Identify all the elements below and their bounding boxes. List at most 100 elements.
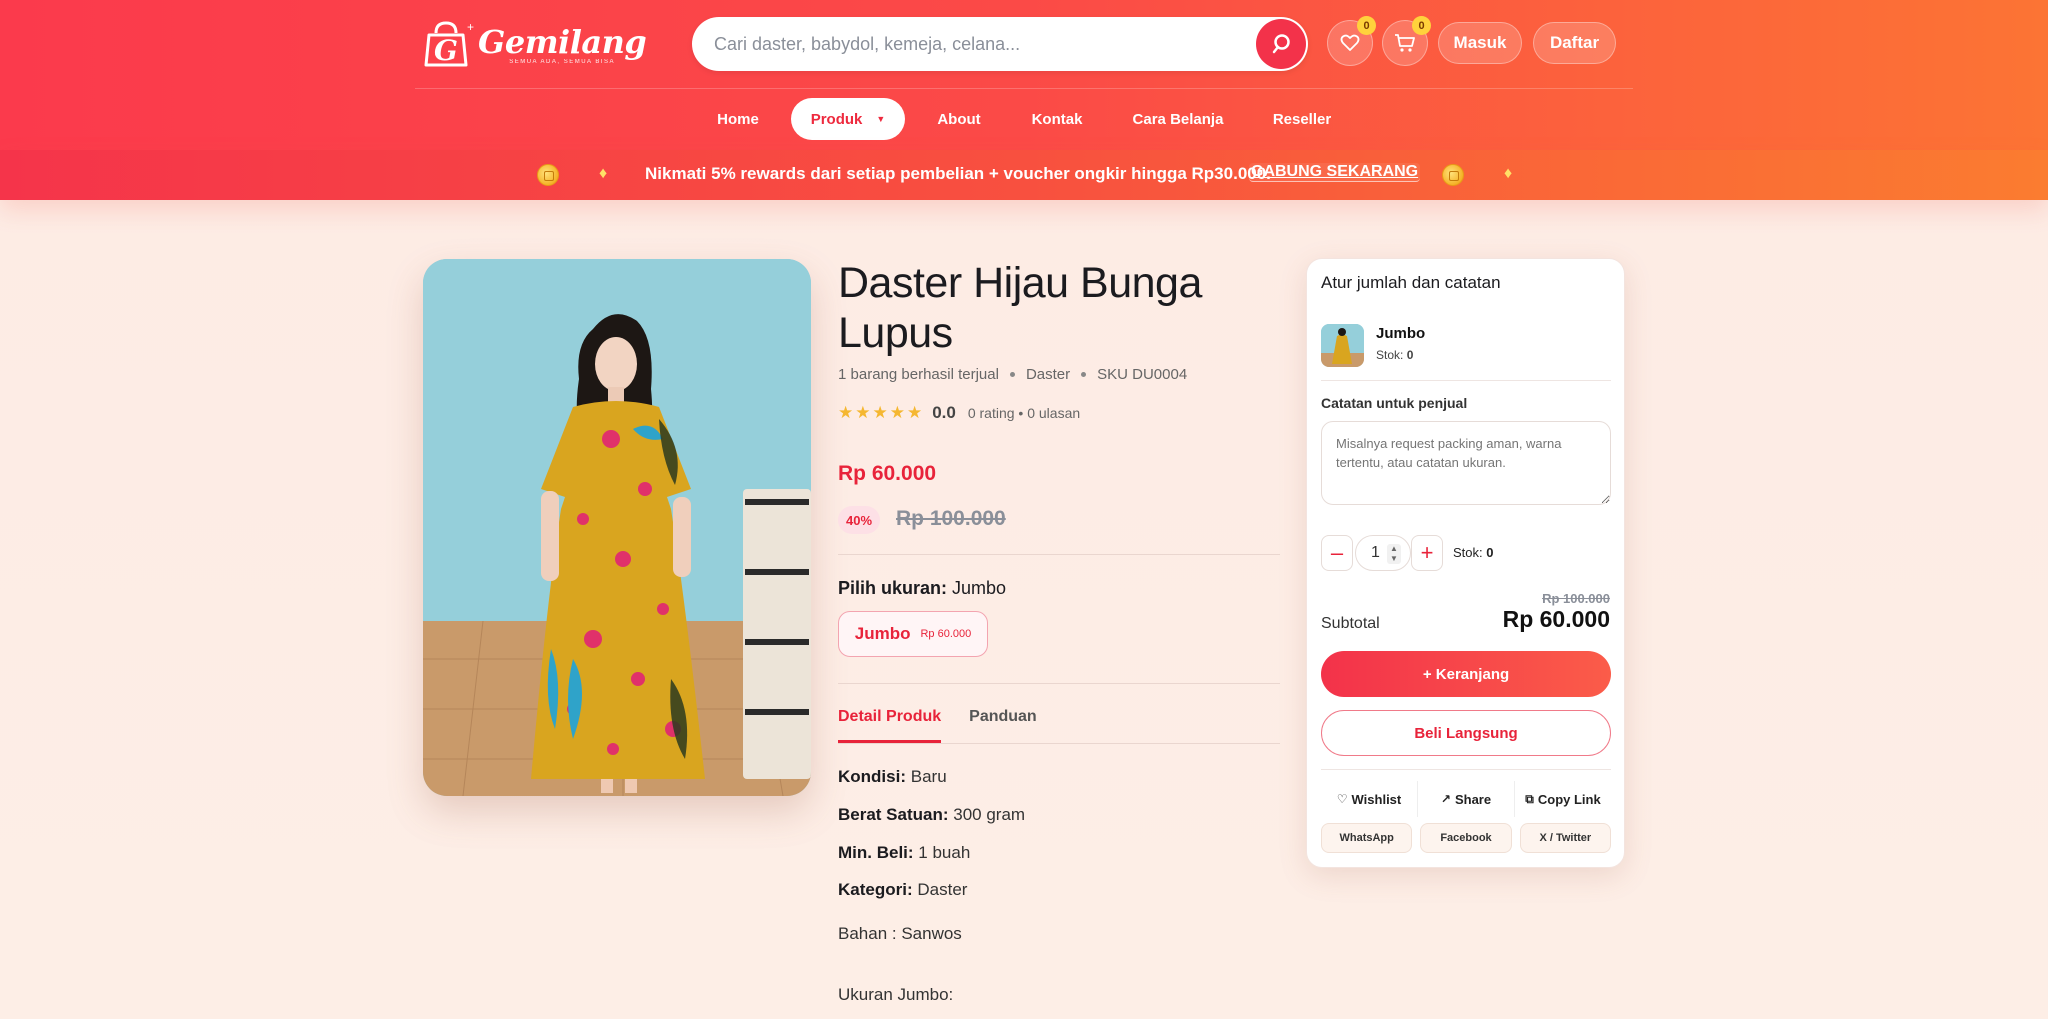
cart-button[interactable]: 0 (1382, 16, 1431, 66)
join-now-link[interactable]: GABUNG SEKARANG (1249, 163, 1421, 182)
svg-text:G: G (434, 34, 458, 67)
divider (1321, 380, 1611, 381)
size-selected: Jumbo (952, 578, 1007, 598)
variant-stock-value: 0 (1406, 348, 1414, 362)
size-option-price: Rp 60.000 (920, 628, 972, 640)
product-category-link[interactable]: Daster (1026, 366, 1070, 383)
copy-link-button[interactable]: ⧉ Copy Link (1515, 781, 1611, 817)
meta-separator (1009, 372, 1015, 377)
minus-icon: – (1330, 540, 1344, 565)
divider (838, 554, 1280, 555)
subtotal-price: Rp 60.000 (1502, 606, 1610, 632)
add-to-cart-button[interactable]: + Keranjang (1321, 651, 1611, 697)
discount-badge: 40% (838, 506, 880, 534)
heart-icon (1340, 34, 1360, 51)
product-price: Rp 60.000 (838, 462, 937, 485)
seller-note-textarea[interactable] (1321, 421, 1611, 505)
nav-item-kontak[interactable]: Kontak (1024, 98, 1090, 140)
copy-icon: ⧉ (1525, 791, 1534, 806)
qty-value: 1 (1371, 544, 1380, 561)
tab-panduan[interactable]: Panduan (969, 708, 1037, 743)
coin-icon (537, 164, 559, 186)
login-button[interactable]: Masuk (1438, 22, 1522, 64)
qty-decrease-button[interactable]: – (1321, 535, 1353, 571)
cart-icon (1395, 34, 1415, 52)
product-tabs: Detail Produk Panduan (838, 708, 1065, 743)
nav-item-cara-belanja[interactable]: Cara Belanja (1127, 98, 1229, 140)
nav-item-about[interactable]: About (928, 98, 990, 140)
search-bar (692, 17, 1308, 71)
variant-name: Jumbo (1376, 325, 1426, 342)
product-description-size: Ukuran Jumbo: (838, 985, 954, 1004)
shopping-bag-logo-icon: G + (420, 17, 474, 71)
register-button[interactable]: Daftar (1533, 22, 1616, 64)
svg-text:+: + (467, 20, 474, 34)
rating-value: 0.0 (932, 403, 956, 422)
qty-increase-button[interactable]: + (1411, 535, 1443, 571)
site-header: G + Gemilang SEMUA ADA, SEMUA BISA 0 0 (0, 0, 2048, 150)
share-facebook-button[interactable]: Facebook (1420, 823, 1512, 853)
spec-berat: Berat Satuan: 300 gram (838, 805, 1025, 825)
product-title: Daster Hijau Bunga Lupus (838, 259, 1202, 357)
star-rating-icon: ★★★★★ (838, 403, 925, 422)
share-action-button[interactable]: ↗ Share (1418, 781, 1515, 817)
promo-text: Nikmati 5% rewards dari setiap pembelian… (645, 164, 1271, 183)
heart-icon: ♡ (1336, 792, 1348, 806)
spec-kondisi: Kondisi: Baru (838, 767, 947, 787)
share-arrow-icon: ↗ (1440, 792, 1451, 806)
product-meta: 1 barang berhasil terjual Daster SKU DU0… (838, 366, 1187, 383)
share-action-label: Share (1454, 791, 1492, 807)
search-input[interactable] (692, 17, 1308, 71)
sparkle-icon: ♦ (1504, 165, 1513, 182)
brand-name: Gemilang (478, 23, 647, 61)
purchase-card: Atur jumlah dan catatan Jumbo Stok: 0 Ca… (1306, 258, 1625, 868)
card-title: Atur jumlah dan catatan (1321, 273, 1501, 292)
rating-count: 0 rating • 0 ulasan (967, 405, 1081, 421)
coin-icon (1442, 164, 1464, 186)
sparkle-icon: ♦ (599, 165, 608, 182)
spec-key: Kondisi: (838, 767, 906, 786)
spec-value: Baru (910, 767, 947, 786)
spec-kategori: Kategori: Daster (838, 880, 967, 900)
subtotal-label: Subtotal (1321, 615, 1380, 632)
header-divider (415, 88, 1633, 89)
product-sku: SKU DU0004 (1097, 366, 1188, 383)
wishlist-count-badge: 0 (1357, 16, 1376, 35)
variant-stock-label: Stok: (1376, 348, 1404, 362)
spec-value: 1 buah (918, 843, 971, 862)
action-row: ♡ Wishlist ↗ Share ⧉ Copy Link (1321, 781, 1611, 817)
qty-input[interactable]: 1 ▲ ▼ (1355, 535, 1411, 571)
product-image[interactable] (423, 259, 811, 796)
variant-stock: Stok: 0 (1376, 348, 1413, 362)
nav-item-reseller[interactable]: Reseller (1265, 98, 1339, 140)
wishlist-button[interactable]: 0 (1327, 16, 1376, 66)
divider (1321, 769, 1611, 770)
brand-logo[interactable]: G + Gemilang SEMUA ADA, SEMUA BISA (420, 14, 647, 74)
subtotal-original-price: Rp 100.000 (1542, 591, 1610, 606)
size-label: Pilih ukuran: Jumbo (838, 578, 1006, 599)
caret-down-icon: ▼ (876, 114, 886, 124)
size-option-jumbo[interactable]: Jumbo Rp 60.000 (838, 611, 988, 657)
buy-now-button[interactable]: Beli Langsung (1321, 710, 1611, 756)
stock-label: Stok: (1453, 545, 1483, 560)
nav-item-produk[interactable]: Produk ▼ (791, 98, 905, 140)
share-twitter-button[interactable]: X / Twitter (1519, 823, 1611, 853)
tab-detail-produk[interactable]: Detail Produk (838, 708, 942, 743)
promo-banner: ♦ Nikmati 5% rewards dari setiap pembeli… (0, 150, 2048, 200)
original-price: Rp 100.000 (896, 507, 1006, 530)
spec-key: Kategori: (838, 880, 913, 899)
share-targets: WhatsApp Facebook X / Twitter (1321, 823, 1611, 853)
cart-count-badge: 0 (1412, 16, 1431, 35)
variant-thumbnail (1321, 324, 1364, 367)
product-description-material: Bahan : Sanwos (838, 924, 962, 943)
brand-tagline: SEMUA ADA, SEMUA BISA (509, 59, 616, 65)
nav-item-home[interactable]: Home (707, 98, 769, 140)
spec-value: Daster (917, 880, 968, 899)
wishlist-action-label: Wishlist (1351, 791, 1402, 807)
search-button[interactable] (1256, 19, 1306, 69)
sold-count: 1 barang berhasil terjual (838, 366, 999, 383)
spec-value: 300 gram (953, 805, 1026, 824)
wishlist-action-button[interactable]: ♡ Wishlist (1321, 781, 1418, 817)
qty-spinner-icon[interactable]: ▲ ▼ (1387, 544, 1401, 564)
share-whatsapp-button[interactable]: WhatsApp (1321, 823, 1413, 853)
